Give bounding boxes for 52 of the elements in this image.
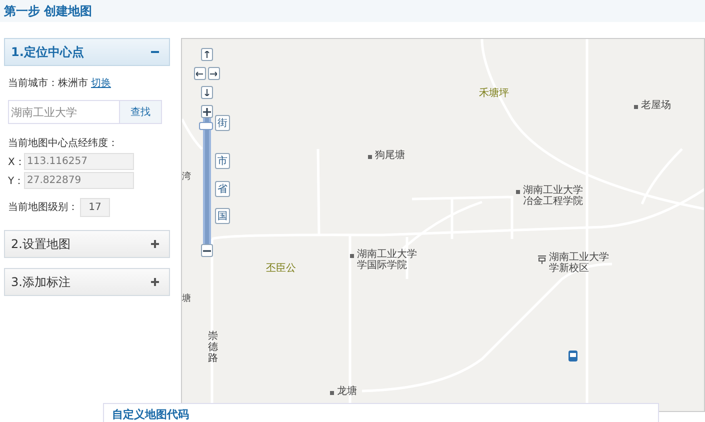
poi-marker-icon bbox=[516, 190, 520, 194]
pan-down-button[interactable] bbox=[200, 86, 213, 99]
expand-icon[interactable] bbox=[150, 278, 159, 286]
zoom-level-field[interactable]: 17 bbox=[80, 198, 110, 216]
zoom-level-tag[interactable]: 省 bbox=[214, 181, 230, 197]
zoom-out-button[interactable] bbox=[200, 244, 213, 257]
place-label: 湖南工业大学 冶金工程学院 bbox=[522, 185, 583, 207]
switch-city-link[interactable]: 切换 bbox=[91, 76, 111, 90]
plus-icon bbox=[202, 108, 211, 116]
area-label: 丕臣公 bbox=[266, 262, 296, 275]
left-arrow-icon bbox=[196, 70, 204, 76]
up-arrow-icon bbox=[204, 51, 210, 58]
place-label: 湾 bbox=[182, 170, 191, 183]
place-label: 狗尾塘 bbox=[374, 150, 405, 161]
zoom-level-label: 当前地图级别： bbox=[8, 200, 78, 214]
longitude-field[interactable]: 113.116257 bbox=[24, 153, 134, 170]
poi-marker-icon bbox=[350, 254, 354, 258]
pan-up-button[interactable] bbox=[200, 48, 213, 61]
pan-left-button[interactable] bbox=[194, 67, 206, 80]
place-label: 湖南工业大学 学国际学院 bbox=[356, 249, 417, 271]
zoom-level-tag[interactable]: 国 bbox=[214, 208, 230, 224]
area-label: 禾塘坪 bbox=[478, 86, 509, 100]
y-label: Y： bbox=[8, 174, 24, 188]
accordion-header[interactable]: 1.定位中心点 bbox=[4, 38, 170, 66]
accordion-header[interactable]: 2.设置地图 bbox=[4, 230, 170, 258]
zoom-in-button[interactable] bbox=[200, 105, 213, 118]
pan-right-button[interactable] bbox=[208, 67, 220, 80]
zoom-slider-thumb[interactable] bbox=[198, 122, 213, 130]
place-label: 龙塘 bbox=[336, 386, 357, 397]
search-button[interactable]: 查找 bbox=[120, 100, 162, 124]
place-label: 湖南工业大学 学新校区 bbox=[548, 252, 609, 274]
right-arrow-icon bbox=[210, 70, 218, 76]
x-label: X： bbox=[8, 156, 24, 168]
search-input[interactable]: 湖南工业大学 bbox=[8, 100, 120, 124]
collapse-icon[interactable] bbox=[150, 48, 159, 56]
zoom-level-tag[interactable]: 街 bbox=[214, 115, 230, 131]
road-label: 崇德路 bbox=[208, 331, 218, 364]
accordion-header[interactable]: 3.添加标注 bbox=[4, 268, 170, 296]
place-label: 老屋场 bbox=[640, 100, 671, 111]
city-label: 当前城市：株洲市 bbox=[8, 76, 88, 90]
poi-marker-icon bbox=[634, 105, 638, 109]
school-icon bbox=[538, 255, 546, 264]
expand-icon[interactable] bbox=[150, 240, 159, 248]
down-arrow-icon bbox=[204, 89, 210, 96]
poi-marker-icon bbox=[330, 391, 334, 395]
poi-marker-icon bbox=[368, 155, 372, 159]
place-label: 塘 bbox=[182, 292, 191, 305]
page-title: 第一步 创建地图 bbox=[4, 2, 92, 20]
zoom-level-tag[interactable]: 市 bbox=[214, 153, 230, 169]
latitude-field[interactable]: 27.822879 bbox=[24, 172, 134, 189]
bus-stop-icon bbox=[568, 350, 578, 362]
center-label: 当前地图中心点经纬度： bbox=[8, 136, 118, 150]
